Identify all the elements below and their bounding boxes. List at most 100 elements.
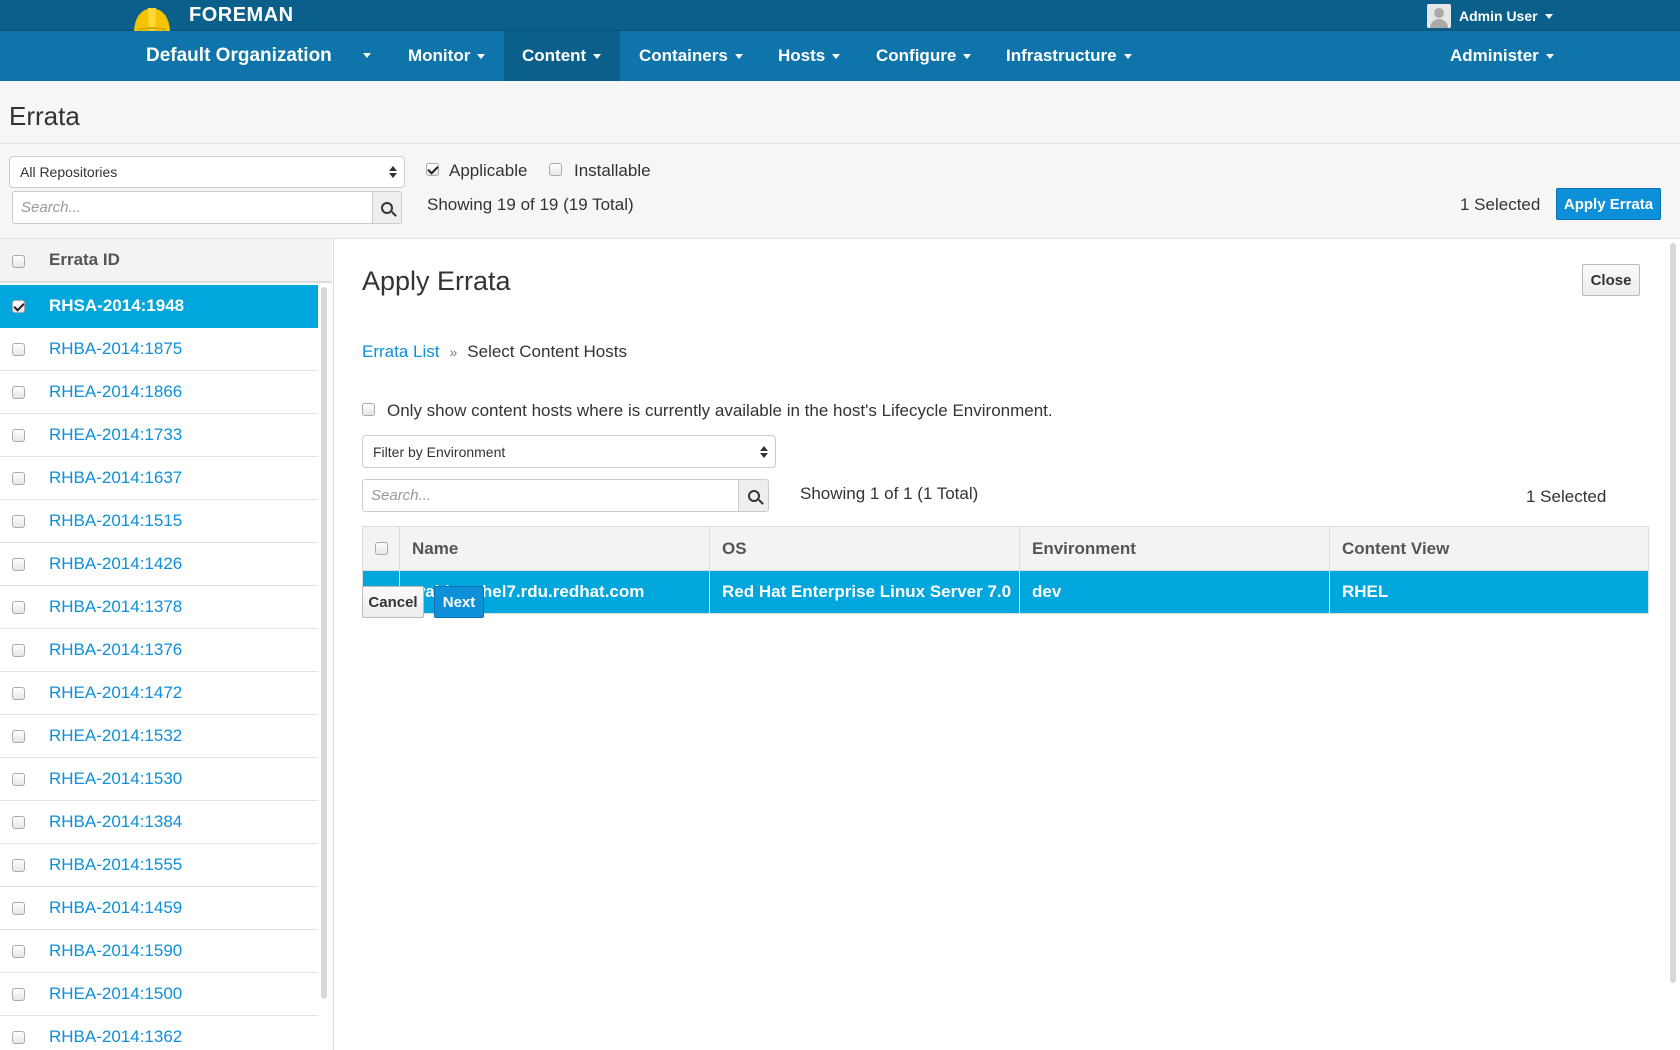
errata-id-link[interactable]: RHBA-2014:1378 <box>49 597 182 617</box>
errata-row-checkbox[interactable] <box>12 386 25 399</box>
close-button[interactable]: Close <box>1582 264 1640 296</box>
errata-row-checkbox[interactable] <box>12 687 25 700</box>
errata-showing-count: Showing 19 of 19 (19 Total) <box>427 195 634 214</box>
nav-hosts[interactable]: Hosts <box>760 31 858 81</box>
chevron-down-icon <box>832 54 841 60</box>
errata-row[interactable]: RHBA-2014:1515 <box>0 500 318 543</box>
errata-row[interactable]: RHBA-2014:1459 <box>0 887 318 930</box>
errata-row-checkbox[interactable] <box>12 859 25 872</box>
host-showing-count: Showing 1 of 1 (1 Total) <box>800 484 979 503</box>
installable-checkbox[interactable] <box>549 163 562 176</box>
select-all-hosts-checkbox[interactable] <box>374 542 388 555</box>
errata-row-checkbox[interactable] <box>12 429 25 442</box>
errata-id-link[interactable]: RHEA-2014:1500 <box>49 984 182 1004</box>
errata-row-checkbox[interactable] <box>12 300 25 313</box>
errata-row-checkbox[interactable] <box>12 601 25 614</box>
errata-row[interactable]: RHEA-2014:1532 <box>0 715 318 758</box>
content-host-search-input[interactable]: Search... <box>362 479 739 512</box>
nav-monitor[interactable]: Monitor <box>390 31 503 81</box>
errata-row[interactable]: RHEA-2014:1472 <box>0 672 318 715</box>
errata-row-checkbox[interactable] <box>12 773 25 786</box>
errata-id-link[interactable]: RHEA-2014:1530 <box>49 769 182 789</box>
errata-row[interactable]: RHBA-2014:1378 <box>0 586 318 629</box>
errata-id-link[interactable]: RHBA-2014:1362 <box>49 1027 182 1047</box>
errata-id-link[interactable]: RHBA-2014:1515 <box>49 511 182 531</box>
content-host-search-button[interactable] <box>738 479 769 512</box>
errata-row[interactable]: RHBA-2014:1555 <box>0 844 318 887</box>
repository-select-value: All Repositories <box>20 164 118 180</box>
errata-row[interactable]: RHBA-2014:1590 <box>0 930 318 973</box>
breadcrumb-errata-list-link[interactable]: Errata List <box>362 342 439 361</box>
user-menu[interactable]: Admin User <box>1427 4 1553 28</box>
errata-row-checkbox[interactable] <box>12 988 25 1001</box>
apply-errata-button[interactable]: Apply Errata <box>1556 188 1661 220</box>
errata-id-link[interactable]: RHEA-2014:1472 <box>49 683 182 703</box>
errata-id-link[interactable]: RHBA-2014:1875 <box>49 339 182 359</box>
column-header-environment[interactable]: Environment <box>1020 527 1330 570</box>
nav-administer[interactable]: Administer <box>1432 31 1572 81</box>
table-row[interactable]: walden-rhel7.rdu.redhat.com Red Hat Ente… <box>363 571 1648 613</box>
errata-row[interactable]: RHBA-2014:1376 <box>0 629 318 672</box>
errata-list-scrollbar[interactable] <box>321 287 327 999</box>
errata-id-link[interactable]: RHEA-2014:1532 <box>49 726 182 746</box>
nav-configure[interactable]: Configure <box>858 31 989 81</box>
errata-row-checkbox[interactable] <box>12 343 25 356</box>
errata-row[interactable]: RHBA-2014:1875 <box>0 328 318 371</box>
errata-id-link[interactable]: RHBA-2014:1426 <box>49 554 182 574</box>
errata-row[interactable]: RHBA-2014:1384 <box>0 801 318 844</box>
errata-row-checkbox[interactable] <box>12 515 25 528</box>
errata-row-checkbox[interactable] <box>12 902 25 915</box>
errata-id-link[interactable]: RHBA-2014:1637 <box>49 468 182 488</box>
errata-row[interactable]: RHEA-2014:1500 <box>0 973 318 1016</box>
errata-search-input[interactable]: Search... <box>12 191 373 224</box>
next-button[interactable]: Next <box>434 586 484 618</box>
errata-row[interactable]: RHBA-2014:1637 <box>0 457 318 500</box>
org-switcher[interactable]: Default Organization <box>128 31 389 81</box>
errata-toolbar: All Repositories Search... Applicable In… <box>0 144 1680 239</box>
errata-id-column-header[interactable]: Errata ID <box>49 250 120 270</box>
errata-row-checkbox[interactable] <box>12 730 25 743</box>
host-os-cell: Red Hat Enterprise Linux Server 7.0 <box>710 571 1020 613</box>
applicable-checkbox[interactable] <box>426 163 439 176</box>
errata-id-link[interactable]: RHEA-2014:1733 <box>49 425 182 445</box>
nav-content[interactable]: Content <box>504 31 620 81</box>
errata-id-link[interactable]: RHBA-2014:1555 <box>49 855 182 875</box>
cancel-button[interactable]: Cancel <box>362 586 424 618</box>
errata-row[interactable]: RHEA-2014:1733 <box>0 414 318 457</box>
select-all-errata-checkbox[interactable] <box>12 255 25 268</box>
errata-row-checkbox[interactable] <box>12 644 25 657</box>
errata-id-link[interactable]: RHBA-2014:1459 <box>49 898 182 918</box>
breadcrumb: Errata List » Select Content Hosts <box>362 342 627 362</box>
org-name: Default Organization <box>146 45 332 66</box>
errata-row-checkbox[interactable] <box>12 472 25 485</box>
errata-row[interactable]: RHBA-2014:1426 <box>0 543 318 586</box>
errata-id-link[interactable]: RHBA-2014:1384 <box>49 812 182 832</box>
errata-row-checkbox[interactable] <box>12 816 25 829</box>
errata-row-checkbox[interactable] <box>12 558 25 571</box>
errata-id-link[interactable]: RHBA-2014:1376 <box>49 640 182 660</box>
page-scrollbar[interactable] <box>1670 243 1676 983</box>
errata-list-panel: Errata ID RHSA-2014:1948 RHBA-2014:1875 RH… <box>0 239 334 1050</box>
errata-row-checkbox[interactable] <box>12 1031 25 1044</box>
nav-containers[interactable]: Containers <box>621 31 761 81</box>
errata-row[interactable]: RHSA-2014:1948 <box>0 285 318 328</box>
nav-infrastructure[interactable]: Infrastructure <box>988 31 1150 81</box>
errata-id-link[interactable]: RHSA-2014:1948 <box>49 296 184 316</box>
user-avatar-icon <box>1427 4 1451 28</box>
errata-row[interactable]: RHBA-2014:1362 <box>0 1016 318 1050</box>
errata-search-button[interactable] <box>372 191 402 224</box>
top-header: FOREMAN Admin User <box>0 0 1680 40</box>
brand-name[interactable]: FOREMAN <box>189 4 294 27</box>
column-header-content-view[interactable]: Content View <box>1330 527 1648 570</box>
chevron-down-icon <box>1544 13 1553 19</box>
column-header-os[interactable]: OS <box>710 527 1020 570</box>
errata-id-link[interactable]: RHEA-2014:1866 <box>49 382 182 402</box>
environment-filter-select[interactable]: Filter by Environment <box>362 435 776 468</box>
errata-row[interactable]: RHEA-2014:1530 <box>0 758 318 801</box>
errata-row[interactable]: RHEA-2014:1866 <box>0 371 318 414</box>
errata-id-link[interactable]: RHBA-2014:1590 <box>49 941 182 961</box>
repository-select[interactable]: All Repositories <box>9 156 405 188</box>
only-available-checkbox[interactable] <box>362 403 375 416</box>
errata-row-checkbox[interactable] <box>12 945 25 958</box>
column-header-name[interactable]: Name <box>400 527 710 570</box>
